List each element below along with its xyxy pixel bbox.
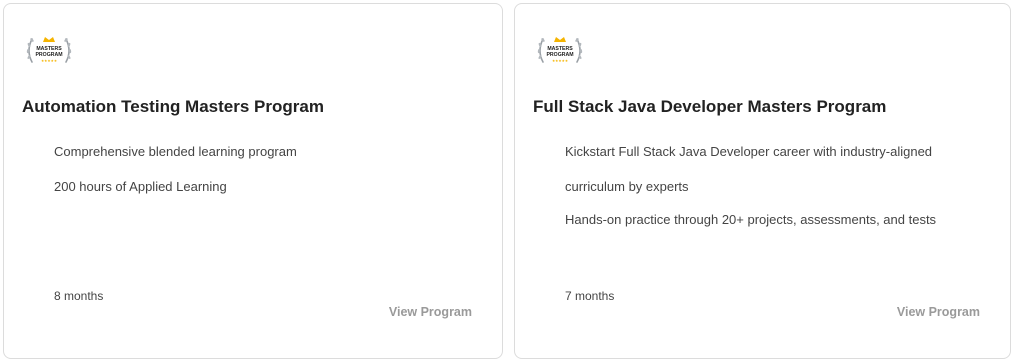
highlight-line: curriculum by experts bbox=[565, 179, 689, 194]
program-highlights: Comprehensive blended learning program 2… bbox=[54, 144, 297, 214]
highlight-item: Hands-on practice through 20+ projects, … bbox=[565, 212, 937, 227]
badge-stars: ★★★★★ bbox=[552, 59, 568, 63]
highlight-item: 200 hours of Applied Learning bbox=[54, 179, 227, 194]
highlight-item: Comprehensive blended learning program bbox=[54, 144, 297, 159]
view-program-button[interactable]: View Program bbox=[897, 305, 980, 319]
masters-program-badge-icon: MASTERS PROGRAM ★★★★★ bbox=[22, 24, 76, 78]
program-card-full-stack-java[interactable]: MASTERS PROGRAM ★★★★★ Full Stack Java De… bbox=[514, 3, 1011, 359]
view-program-button[interactable]: View Program bbox=[389, 305, 472, 319]
highlight-line: Kickstart Full Stack Java Developer care… bbox=[565, 144, 933, 159]
program-title: Full Stack Java Developer Masters Progra… bbox=[533, 97, 887, 116]
badge-text-line2: PROGRAM bbox=[35, 52, 62, 58]
highlight-item: Kickstart Full Stack Java Developer care… bbox=[565, 144, 936, 195]
badge-stars: ★★★★★ bbox=[41, 59, 57, 63]
program-title: Automation Testing Masters Program bbox=[22, 97, 324, 116]
program-duration: 7 months bbox=[565, 289, 615, 303]
program-duration: 8 months bbox=[54, 289, 104, 303]
program-highlights: Kickstart Full Stack Java Developer care… bbox=[565, 144, 936, 245]
badge-text-line2: PROGRAM bbox=[546, 52, 573, 58]
program-card-automation-testing[interactable]: MASTERS PROGRAM ★★★★★ Automation Testing… bbox=[3, 3, 503, 359]
masters-program-badge-icon: MASTERS PROGRAM ★★★★★ bbox=[533, 24, 587, 78]
